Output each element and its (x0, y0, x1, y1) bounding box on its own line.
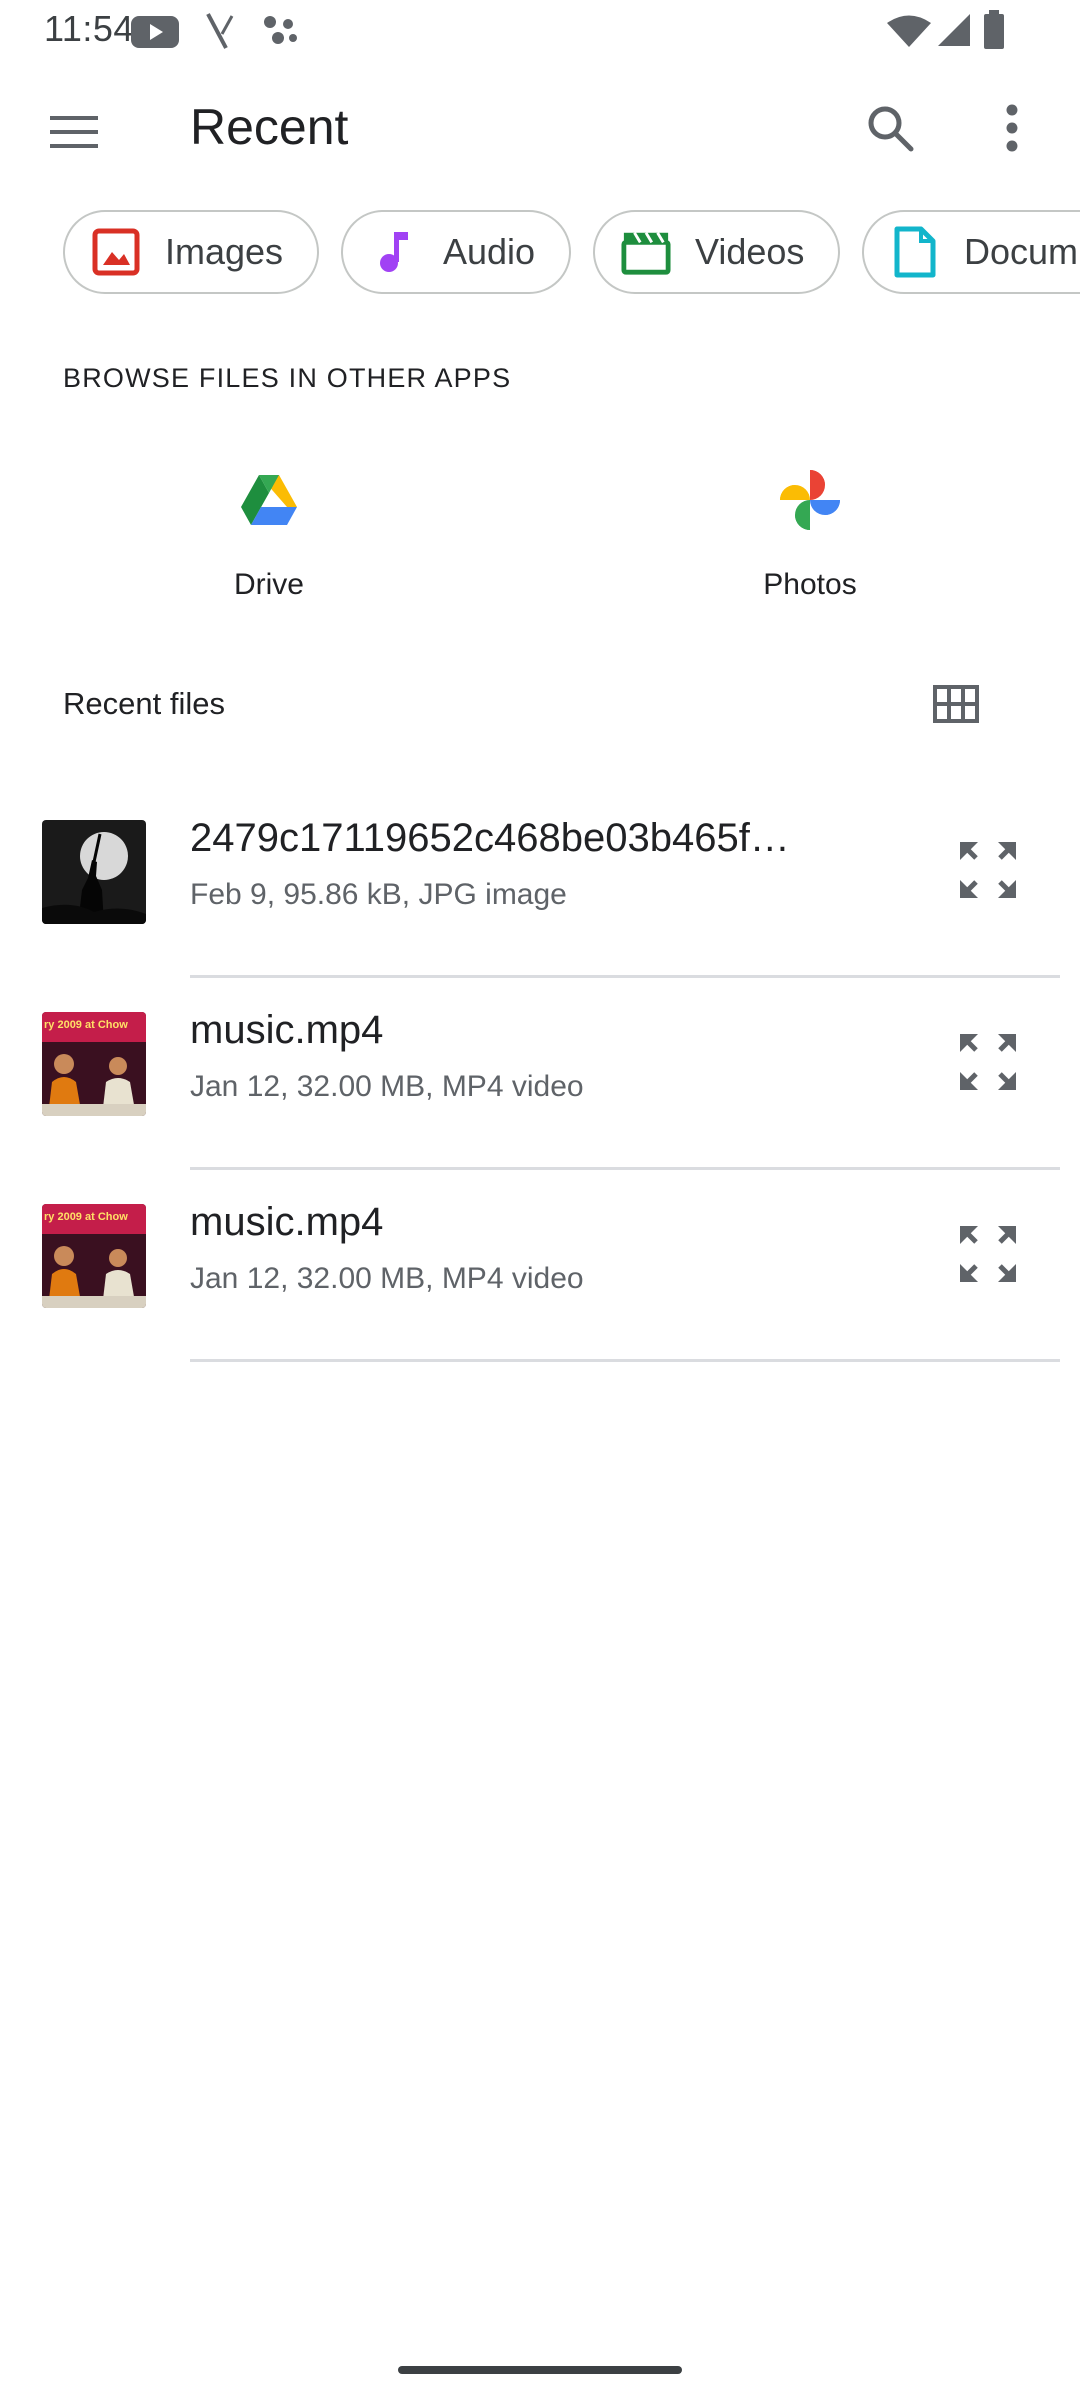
search-icon (866, 104, 914, 157)
recent-files-header: Recent files (63, 686, 225, 721)
expand-preview-button[interactable] (948, 1216, 1028, 1296)
file-name: 2479c17119652c468be03b465f… (190, 816, 790, 860)
moon-silhouette-thumbnail (42, 820, 146, 924)
document-icon (890, 226, 940, 278)
gesture-nav-bar[interactable] (398, 2366, 682, 2374)
menu-icon (50, 114, 98, 155)
chip-videos[interactable]: Videos (593, 210, 840, 294)
screen: 11:54 Recent Images Audio Videos Docum B… (0, 0, 1080, 2400)
expand-preview-button[interactable] (948, 1024, 1028, 1104)
app-label-photos: Photos (763, 568, 857, 601)
file-meta: Jan 12, 32.00 MB, MP4 video (190, 1262, 584, 1295)
concert-video-thumbnail: ry 2009 at Chow (42, 1012, 146, 1116)
row-divider (190, 1359, 1060, 1362)
menu-button[interactable] (38, 98, 110, 170)
chip-label: Audio (443, 231, 536, 272)
browse-section-header: BROWSE FILES IN OTHER APPS (63, 363, 512, 393)
file-name: music.mp4 (190, 1008, 384, 1052)
concert-video-thumbnail: ry 2009 at Chow (42, 1204, 146, 1308)
youtube-icon (130, 14, 180, 55)
thumb-caption: ry 2009 at Chow (44, 1211, 128, 1223)
chip-documents[interactable]: Docum (862, 210, 1080, 294)
more-options-button[interactable] (976, 94, 1048, 166)
app-label-drive: Drive (233, 568, 304, 601)
expand-icon (958, 840, 1018, 905)
chip-images[interactable]: Images (63, 210, 319, 294)
expand-preview-button[interactable] (948, 832, 1028, 912)
chip-label: Docum (964, 231, 1079, 272)
image-icon (91, 227, 141, 277)
page-title: Recent (190, 99, 349, 155)
file-meta: Feb 9, 95.86 kB, JPG image (190, 878, 567, 911)
dots-icon (262, 14, 298, 53)
search-button[interactable] (854, 94, 926, 166)
file-meta: Jan 12, 32.00 MB, MP4 video (190, 1070, 584, 1103)
status-time: 11:54 (44, 8, 134, 49)
app-shortcut-photos[interactable]: Photos (690, 450, 930, 620)
wifi-icon (886, 14, 932, 53)
music-note-icon (369, 227, 419, 277)
grid-view-icon (933, 684, 979, 728)
category-chips: Images Audio Videos Docum (0, 210, 1080, 294)
clapperboard-icon (621, 227, 671, 277)
expand-icon (958, 1032, 1018, 1097)
expand-icon (958, 1224, 1018, 1289)
google-drive-icon (229, 460, 309, 540)
app-shortcut-drive[interactable]: Drive (149, 450, 389, 620)
chip-audio[interactable]: Audio (341, 210, 571, 294)
file-row[interactable]: 2479c17119652c468be03b465f… Feb 9, 95.86… (0, 786, 1080, 978)
status-bar: 11:54 (0, 0, 1080, 62)
cell-signal-icon (936, 12, 972, 53)
file-row[interactable]: ry 2009 at Chow music.mp4 Jan 12, 32.00 … (0, 1170, 1080, 1362)
app-bar: Recent (0, 62, 1080, 192)
file-row[interactable]: ry 2009 at Chow music.mp4 Jan 12, 32.00 … (0, 978, 1080, 1170)
battery-icon (982, 10, 1006, 55)
thumb-caption: ry 2009 at Chow (44, 1019, 128, 1031)
chip-label: Videos (695, 231, 805, 272)
chip-label: Images (165, 231, 284, 272)
google-photos-icon (770, 460, 850, 540)
grid-view-button[interactable] (920, 670, 992, 742)
signal-slash-icon (204, 12, 236, 55)
more-vert-icon (1005, 104, 1019, 157)
file-name: music.mp4 (190, 1200, 384, 1244)
